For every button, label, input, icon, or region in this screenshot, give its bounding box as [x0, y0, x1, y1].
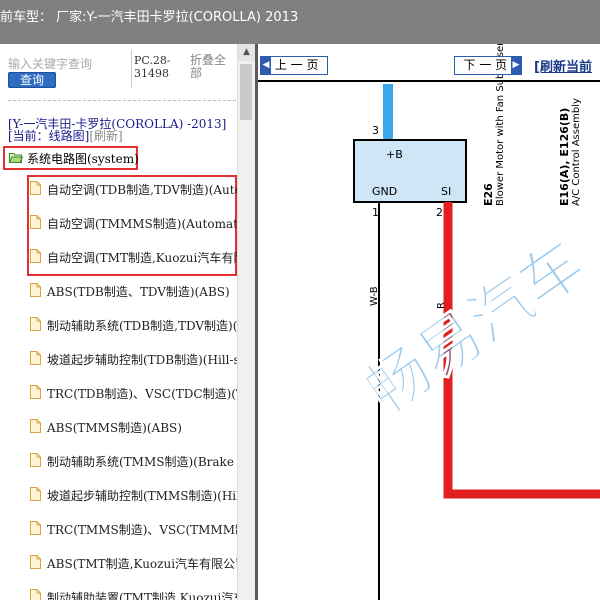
document-icon: [30, 487, 41, 501]
tree-item[interactable]: ABS(TMMS制造)(ABS): [30, 418, 237, 436]
document-icon: [30, 249, 41, 263]
next-page-label: 下 一 页: [463, 58, 508, 72]
tree-item[interactable]: 自动空调(TMT制造,Kuozui汽车有限公司制造): [30, 248, 237, 266]
document-icon: [30, 589, 41, 600]
prev-page-label: 上 一 页: [274, 58, 319, 72]
tree-item-label: 制动辅助装置(TMT制造,Kuozui汽车有限公司): [47, 591, 237, 600]
document-icon: [30, 351, 41, 365]
arrow-right-icon: ▶: [511, 57, 521, 74]
tree-item-label: 自动空调(TMMMS制造)(Automatic Air Conditioning…: [47, 217, 237, 231]
document-icon: [30, 521, 41, 535]
collapse-all-link[interactable]: 折叠全部: [190, 54, 230, 80]
tree-item[interactable]: 自动空调(TDB制造,TDV制造)(Automatic Air Conditio…: [30, 180, 237, 198]
document-icon: [30, 317, 41, 331]
document-icon: [30, 181, 41, 195]
e26-label: E26: [482, 183, 495, 206]
tree-item[interactable]: TRC(TMMS制造)、VSC(TMMM制造): [30, 520, 237, 538]
current-label: [当前：线路图]: [8, 129, 90, 143]
tree-item[interactable]: TRC(TDB制造)、VSC(TDC制造)(TRC/VSC): [30, 384, 237, 402]
tree-item-label: 制动辅助系统(TMMS制造)(Brake Assist): [47, 455, 237, 469]
query-button[interactable]: 查询: [8, 72, 56, 88]
tree-item-label: 制动辅助系统(TDB制造,TDV制造)(Brake Assist): [47, 319, 237, 333]
document-icon: [30, 385, 41, 399]
tree-item-label: 坡道起步辅助控制(TMMS制造)(Hill-start): [47, 489, 237, 503]
pin-1-label: 1: [372, 206, 379, 219]
refresh-link[interactable]: [刷新]: [89, 129, 122, 143]
divider: [8, 100, 236, 101]
arrow-left-icon: ◀: [261, 57, 271, 74]
e16-name: A/C Control Assembly: [571, 98, 582, 206]
tree-item-label: 坡道起步辅助控制(TDB制造)(Hill-start Assist): [47, 353, 237, 367]
wire-blue: [383, 84, 393, 140]
tree-item[interactable]: ABS(TMT制造,Kuozui汽车有限公司制造): [30, 554, 237, 572]
next-page-button[interactable]: 下 一 页 ▶: [454, 56, 522, 75]
tree-item[interactable]: 坡道起步辅助控制(TMMS制造)(Hill-start): [30, 486, 237, 504]
document-icon: [30, 283, 41, 297]
window-title: 前车型： 厂家:Y-一汽丰田卡罗拉(COROLLA) 2013: [0, 10, 299, 25]
diagram-top-border: [258, 80, 600, 82]
tree-item-label: TRC(TDB制造)、VSC(TDC制造)(TRC/VSC): [47, 387, 237, 401]
box-gnd-label: GND: [372, 185, 397, 198]
title-bar: 前车型： 厂家:Y-一汽丰田卡罗拉(COROLLA) 2013: [0, 0, 600, 44]
document-icon: [30, 555, 41, 569]
pin-3-label: 3: [372, 124, 379, 137]
tree-item[interactable]: ABS(TDB制造、TDV制造)(ABS): [30, 282, 237, 300]
document-icon: [30, 419, 41, 433]
pc-label: PC.28-31498: [134, 54, 171, 80]
tree-root-label: 系统电路图(system): [27, 152, 139, 166]
tree-item-label: ABS(TDB制造、TDV制造)(ABS): [47, 285, 230, 299]
folder-open-icon: [9, 153, 23, 163]
scroll-thumb[interactable]: [240, 64, 252, 120]
tree-item-label: ABS(TMMS制造)(ABS): [47, 421, 182, 435]
diagram-panel: 3 +B GND SI 1 2 W-B R E26 Blower Motor w…: [258, 44, 600, 600]
box-si-label: SI: [441, 185, 451, 198]
scroll-up-arrow[interactable]: ▲: [238, 44, 255, 61]
divider: [131, 50, 132, 88]
tree-item[interactable]: 自动空调(TMMMS制造)(Automatic Air Conditioning…: [30, 214, 237, 232]
document-icon: [30, 215, 41, 229]
box-b-label: +B: [386, 148, 403, 161]
tree-item[interactable]: 制动辅助系统(TDB制造,TDV制造)(Brake Assist): [30, 316, 237, 334]
wire-wb-label: W-B: [369, 286, 380, 306]
scrollbar[interactable]: ▲: [237, 44, 255, 600]
tree-item-label: TRC(TMMS制造)、VSC(TMMM制造): [47, 523, 237, 537]
tree-item[interactable]: 制动辅助系统(TMMS制造)(Brake Assist): [30, 452, 237, 470]
prev-page-button[interactable]: ◀ 上 一 页: [260, 56, 328, 75]
current-view: [当前：线路图][刷新]: [8, 127, 123, 144]
tree-item[interactable]: 制动辅助装置(TMT制造,Kuozui汽车有限公司): [30, 588, 237, 600]
tree-item-label: 自动空调(TMT制造,Kuozui汽车有限公司制造): [47, 251, 237, 265]
e16-label: E16(A), E126(B): [558, 108, 571, 206]
document-icon: [30, 453, 41, 467]
wiring-diagram: 3 +B GND SI 1 2 W-B R E26 Blower Motor w…: [352, 44, 600, 600]
refresh-current-link[interactable]: [刷新当前: [534, 56, 592, 75]
tree-item-label: ABS(TMT制造,Kuozui汽车有限公司制造): [47, 557, 237, 571]
search-input[interactable]: [8, 56, 126, 72]
tree-root-node[interactable]: 系统电路图(system): [3, 146, 139, 170]
tree-item-label: 自动空调(TDB制造,TDV制造)(Automatic Air Conditio…: [47, 183, 237, 197]
left-panel: 查询 PC.28-31498 折叠全部 [Y-一汽丰田-卡罗拉(COROLLA)…: [0, 44, 255, 600]
watermark: 畅易汽车: [353, 226, 598, 428]
tree-item[interactable]: 坡道起步辅助控制(TDB制造)(Hill-start Assist): [30, 350, 237, 368]
pin-2-label: 2: [436, 206, 443, 219]
